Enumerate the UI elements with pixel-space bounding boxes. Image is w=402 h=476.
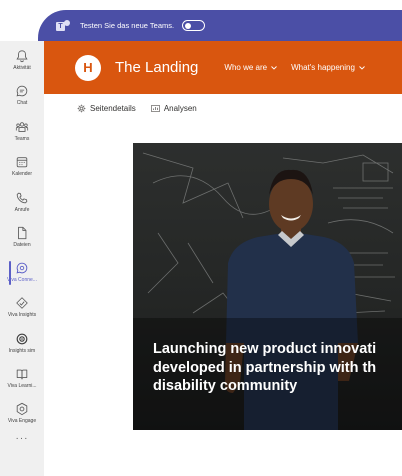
rail-label: Teams <box>14 136 30 142</box>
rail-item-calls[interactable]: Anrufe <box>0 191 44 213</box>
page-details-label: Seitendetails <box>90 103 136 113</box>
app-rail: Aktivität Chat Teams Kalender Anrufe Dat… <box>0 41 44 476</box>
nav-label: Who we are <box>224 63 268 72</box>
rail-item-viva-connections[interactable]: Viva Conne... <box>0 261 44 285</box>
chevron-down-icon <box>271 65 277 70</box>
nav-who-we-are[interactable]: Who we are <box>224 63 277 72</box>
analytics-icon <box>151 104 160 112</box>
rail-item-viva-learning[interactable]: Viva Learni... <box>0 367 44 389</box>
rail-label: Viva Learni... <box>7 383 37 389</box>
bell-icon <box>16 50 28 63</box>
site-logo-letter: H <box>83 60 93 75</box>
insights-sim-icon <box>16 333 28 345</box>
rail-item-viva-insights[interactable]: Viva Insights <box>0 296 44 318</box>
rail-label: Viva Engage <box>7 418 37 424</box>
rail-item-teams[interactable]: Teams <box>0 120 44 142</box>
file-icon <box>18 226 27 240</box>
rail-label: Anrufe <box>14 207 30 213</box>
nav-whats-happening[interactable]: What's happening <box>291 63 365 72</box>
rail-label: Kalender <box>11 171 32 177</box>
site-title[interactable]: The Landing <box>115 59 198 76</box>
hero-caption: Launching new product innovati developed… <box>153 340 402 396</box>
rail-item-insights-sim[interactable]: Insights sim <box>0 332 44 354</box>
chat-icon <box>16 85 28 97</box>
phone-icon <box>16 192 28 204</box>
new-teams-banner: T Testen Sie das neue Teams. <box>38 10 402 41</box>
rail-label: Dateien <box>13 242 31 248</box>
analytics-label: Analysen <box>163 103 197 113</box>
calendar-icon <box>16 157 28 168</box>
viva-engage-icon <box>16 402 28 416</box>
hero-banner[interactable]: Launching new product innovati developed… <box>133 143 402 430</box>
rail-label: Viva Insights <box>7 312 37 318</box>
new-teams-banner-text: Testen Sie das neue Teams. <box>80 21 175 30</box>
nav-label: What's happening <box>291 63 355 72</box>
command-bar: Seitendetails Analysen <box>44 94 402 122</box>
rail-item-viva-engage[interactable]: Viva Engage <box>0 402 44 424</box>
rail-label: Aktivität <box>13 65 31 71</box>
active-indicator <box>9 261 11 285</box>
rail-item-calendar[interactable]: Kalender <box>0 155 44 177</box>
rail-label: Chat <box>16 100 28 106</box>
site-header: H The Landing Who we are What's happenin… <box>44 41 402 94</box>
hero-caption-line: disability community <box>153 378 298 394</box>
chevron-down-icon <box>359 65 365 70</box>
new-teams-toggle[interactable] <box>182 20 206 31</box>
page-details-button[interactable]: Seitendetails <box>77 104 136 113</box>
viva-insights-icon <box>16 297 28 309</box>
more-apps-button[interactable]: ··· <box>0 433 44 444</box>
analytics-button[interactable]: Analysen <box>151 104 197 113</box>
hero-caption-line: developed in partnership with th <box>153 359 377 376</box>
teams-icon <box>15 122 29 132</box>
rail-label: Viva Conne... <box>7 277 37 283</box>
hero-caption-line: Launching new product innovati <box>153 341 377 357</box>
rail-label: Insights sim <box>8 348 36 354</box>
site-logo[interactable]: H <box>75 54 101 81</box>
rail-item-chat[interactable]: Chat <box>0 84 44 106</box>
viva-learning-icon <box>16 369 28 380</box>
rail-item-files[interactable]: Dateien <box>0 226 44 248</box>
viva-connections-icon <box>16 262 28 274</box>
teams-logo-icon: T <box>56 19 70 32</box>
gear-icon <box>77 104 86 112</box>
rail-item-activity[interactable]: Aktivität <box>0 49 44 71</box>
